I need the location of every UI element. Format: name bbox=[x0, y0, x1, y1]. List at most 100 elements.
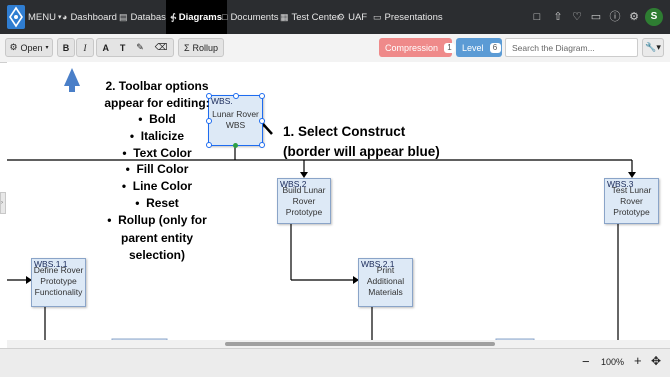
folder-icon[interactable]: ▭ bbox=[589, 10, 603, 24]
cursor-tail bbox=[262, 123, 273, 135]
italic-button[interactable]: I bbox=[76, 38, 94, 57]
bold-button[interactable]: B bbox=[57, 38, 75, 57]
selection-handle[interactable] bbox=[259, 93, 265, 99]
zoom-level: 100% bbox=[601, 357, 625, 367]
search-input[interactable] bbox=[505, 38, 638, 57]
eraser-icon[interactable]: ⌫ bbox=[155, 42, 168, 53]
annotation-bullet: Text Color bbox=[83, 145, 231, 162]
node-name-line: Build Lunar bbox=[282, 185, 326, 195]
level-label: Level bbox=[462, 42, 484, 53]
menu-button[interactable]: MENU ▾ bbox=[28, 0, 62, 34]
wrench-button[interactable]: 🔧▾ bbox=[642, 38, 664, 57]
step2-list: Bold Italicize Text Color Fill Color Lin… bbox=[83, 111, 231, 229]
node-name-line: Prototype bbox=[613, 207, 650, 217]
calendar-icon: ▦ bbox=[280, 11, 289, 22]
annotation-bullet: Bold bbox=[83, 111, 231, 128]
nav-test-center-label: Test Center bbox=[291, 11, 341, 23]
avatar[interactable]: S bbox=[645, 8, 663, 26]
selection-handle[interactable] bbox=[233, 93, 239, 99]
gear-icon: ⚙ bbox=[9, 42, 18, 52]
nav-test-center[interactable]: ▦ Test Center bbox=[280, 0, 340, 34]
annotation-bullet: Rollup (only for bbox=[83, 212, 231, 229]
side-panel-toggle[interactable]: › bbox=[0, 192, 6, 214]
step1-annotation: 1. Select Construct (border will appear … bbox=[283, 122, 440, 162]
nav-presentations[interactable]: ▭ Presentations bbox=[373, 0, 443, 34]
node-name-line: Rover bbox=[620, 196, 643, 206]
selection-handle[interactable] bbox=[259, 142, 265, 148]
nav-documents[interactable]: □ Documents bbox=[222, 0, 279, 34]
node-name-line: Rover bbox=[292, 196, 316, 206]
selection-handle[interactable] bbox=[259, 118, 265, 124]
nav-uaf-label: UAF bbox=[348, 11, 368, 23]
horizontal-scrollbar[interactable] bbox=[7, 340, 670, 348]
chevron-down-icon: ▾ bbox=[45, 45, 49, 51]
diagram-canvas[interactable]: WBS. Lunar Rover WBS WBS.2 Build Lunar R… bbox=[7, 62, 670, 348]
annotation-bullet: Fill Color bbox=[83, 161, 231, 178]
annotation-line: selection) bbox=[128, 247, 185, 262]
annotation-line: (border will appear blue) bbox=[283, 144, 440, 159]
callout-arrow-icon bbox=[64, 68, 80, 92]
annotation-line: 1. Select Construct bbox=[283, 124, 406, 139]
node-name-line: Test Lunar bbox=[611, 185, 652, 195]
wbs-node[interactable]: WBS.3 Test Lunar Rover Prototype bbox=[604, 178, 659, 224]
presentation-icon: ▭ bbox=[373, 11, 382, 22]
step2-list-cont: parent entity selection) bbox=[83, 230, 231, 264]
level-count: 6 bbox=[489, 42, 501, 53]
wrench-icon: 🔧▾ bbox=[645, 42, 661, 52]
nav-dashboard[interactable]: ◕ Dashboard bbox=[62, 0, 117, 34]
database-icon: ▤ bbox=[119, 11, 128, 22]
zoom-out-button[interactable]: − bbox=[582, 354, 590, 369]
move-icon[interactable]: ✥ bbox=[651, 354, 661, 368]
wbs-node[interactable]: WBS.2 Build Lunar Rover Prototype bbox=[277, 178, 331, 224]
rollup-button[interactable]: Σ Rollup bbox=[178, 38, 224, 57]
top-nav: MENU ▾ ◕ Dashboard ▤ Database ⨗ Diagrams… bbox=[0, 0, 670, 34]
node-name-line: Materials bbox=[368, 287, 403, 297]
sigma-icon: Σ bbox=[183, 42, 190, 53]
annotation-line: appear for editing: bbox=[104, 96, 210, 110]
scrollbar-thumb[interactable] bbox=[225, 342, 495, 346]
upload-icon[interactable]: ⇧ bbox=[551, 10, 565, 24]
gear-icon: ⚙ bbox=[337, 11, 346, 22]
line-color-icon[interactable]: ✎ bbox=[136, 42, 144, 53]
menu-label: MENU bbox=[28, 11, 56, 23]
node-name-line: Functionality bbox=[34, 287, 83, 297]
nav-uaf[interactable]: ⚙ UAF bbox=[337, 0, 367, 34]
help-icon[interactable]: ⓘ bbox=[608, 10, 622, 24]
zoom-in-button[interactable]: + bbox=[634, 353, 642, 368]
fill-color-button[interactable]: T bbox=[120, 43, 126, 53]
wbs-node[interactable]: WBS.2.1 Print Additional Materials bbox=[358, 258, 413, 307]
nav-diagrams[interactable]: ⨗ Diagrams bbox=[166, 0, 228, 34]
node-name-line: Print bbox=[376, 265, 395, 275]
annotation-bullet: Italicize bbox=[83, 128, 231, 145]
annotation-bullet: Line Color bbox=[83, 178, 231, 195]
level-button[interactable]: Level 6 bbox=[456, 38, 502, 57]
format-group: A T ✎ ⌫ bbox=[96, 38, 174, 57]
node-name-line: Prototype bbox=[285, 207, 323, 217]
diagram-toolbar: ⚙ Open ▾ B I A T ✎ ⌫ Σ Rollup Compressio… bbox=[0, 34, 670, 63]
diagram-icon: ⨗ bbox=[171, 11, 176, 22]
nav-database[interactable]: ▤ Database bbox=[119, 0, 171, 34]
wbs-node[interactable]: WBS.1.1 Define Rover Prototype Functiona… bbox=[31, 258, 86, 307]
chevron-right-icon: › bbox=[1, 200, 3, 206]
open-label: Open bbox=[20, 42, 43, 53]
speedometer-icon: ◕ bbox=[62, 12, 68, 22]
compression-button[interactable]: Compression 1 bbox=[379, 38, 456, 57]
connection-point[interactable] bbox=[233, 143, 238, 148]
rollup-label: Rollup bbox=[192, 42, 219, 53]
settings-icon[interactable]: ⚙ bbox=[627, 10, 641, 24]
nav-diagrams-label: Diagrams bbox=[178, 11, 223, 23]
text-color-button[interactable]: A bbox=[102, 43, 109, 53]
app-logo-icon[interactable] bbox=[7, 5, 25, 29]
chat-icon[interactable]: □ bbox=[530, 10, 544, 24]
annotation-line: parent entity bbox=[120, 231, 193, 245]
chevron-down-icon: ▾ bbox=[57, 14, 62, 21]
bell-icon[interactable]: ♡ bbox=[570, 10, 584, 24]
node-name-line: Prototype bbox=[40, 276, 77, 286]
node-name-line: Define Rover bbox=[33, 265, 84, 275]
document-icon: □ bbox=[222, 12, 228, 22]
open-button[interactable]: ⚙ Open ▾ bbox=[5, 38, 53, 57]
compression-label: Compression bbox=[385, 42, 439, 53]
annotation-line: 2. Toolbar options bbox=[105, 79, 209, 93]
nav-presentations-label: Presentations bbox=[384, 11, 443, 23]
compression-count: 1 bbox=[444, 42, 456, 53]
